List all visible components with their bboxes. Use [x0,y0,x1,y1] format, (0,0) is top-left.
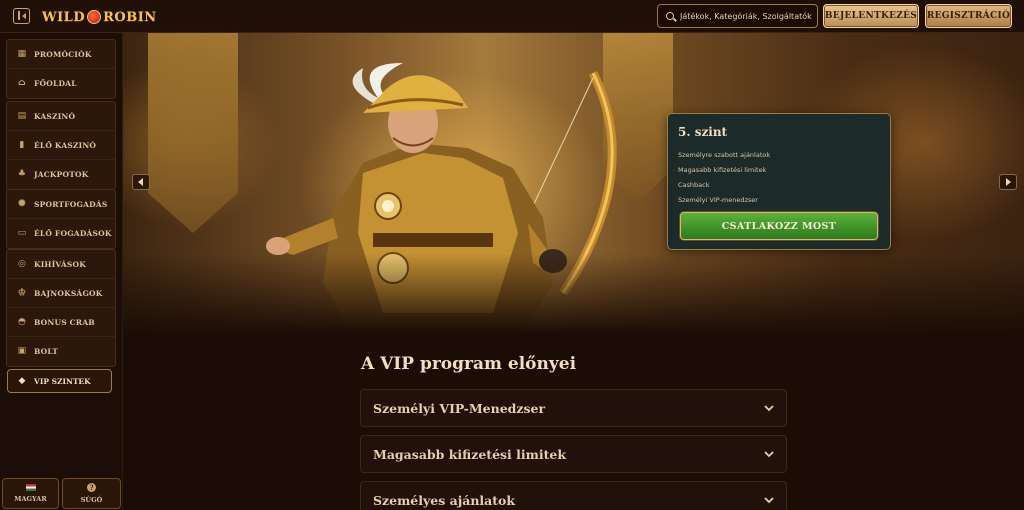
benefit-item: Személyre szabott ajánlatok [678,151,771,159]
nav-group-main: ▦ PROMÓCIÓK ⌂ FŐOLDAL [6,39,116,99]
sidebar-toggle-icon[interactable] [13,8,30,24]
accordion-title: Személyi VIP-Menedzser [373,400,546,416]
top-bar: WILD ROBIN BEJELENTKEZÉS REGISZTRÁCIÓ [0,0,1024,33]
language-button[interactable]: MAGYAR [2,478,59,509]
chevron-left-icon [138,178,143,186]
sidebar-item-home[interactable]: ⌂ FŐOLDAL [7,69,115,98]
logo-text-wild: WILD [42,9,86,25]
sidebar: ▦ PROMÓCIÓK ⌂ FŐOLDAL ▤ KASZINÓ ▮ ÉLŐ KA… [0,33,123,510]
help-label: SÚGÓ [80,496,103,504]
language-label: MAGYAR [14,495,47,503]
sidebar-item-tournaments[interactable]: ♔ BAJNOKSÁGOK [7,279,115,308]
accordion-title: Személyes ajánlatok [373,492,516,508]
sidebar-item-jackpots[interactable]: ♣ JACKPOTOK [7,160,115,189]
login-button[interactable]: BEJELENTKEZÉS [823,4,919,28]
chevron-down-icon [764,451,774,458]
sidebar-item-shop[interactable]: ▣ BOLT [7,337,115,366]
sidebar-item-bonus-crab[interactable]: ◓ BONUS CRAB [7,308,115,337]
live-icon: ▭ [17,228,27,238]
sidebar-item-label: KIHÍVÁSOK [34,259,86,269]
nav-group-sports: ✺ SPORTFOGADÁS ▭ ÉLŐ FOGADÁSOK [6,189,116,249]
carousel-prev-button[interactable] [132,174,150,190]
help-button[interactable]: ? SÚGÓ [62,478,121,509]
sidebar-item-label: BOLT [34,347,59,356]
sidebar-item-label: FŐOLDAL [34,79,77,88]
chevron-right-icon [1006,178,1011,186]
sidebar-item-label: ÉLŐ FOGADÁSOK [34,229,112,238]
ball-icon: ✺ [18,198,26,209]
hungarian-flag-icon [25,484,36,491]
diamond-icon: ◆ [18,375,26,386]
cards-icon: ▮ [19,139,25,150]
accordion-item[interactable]: Magasabb kifizetési limitek [360,435,787,473]
sidebar-item-promotions[interactable]: ▦ PROMÓCIÓK [7,40,115,69]
sidebar-item-live-casino[interactable]: ▮ ÉLŐ KASZINÓ [7,131,115,160]
search-icon [666,12,674,20]
sidebar-item-casino[interactable]: ▤ KASZINÓ [7,102,115,131]
accordion-item[interactable]: Személyi VIP-Menedzser [360,389,787,427]
nav-group-extras: ◎ KIHÍVÁSOK ♔ BAJNOKSÁGOK ◓ BONUS CRAB ▣… [6,249,116,367]
crab-icon: ◓ [17,316,27,327]
level-title: 5. szint [678,125,728,139]
chevron-down-icon [764,405,774,412]
logo-target-icon [87,10,102,24]
sidebar-item-challenges[interactable]: ◎ KIHÍVÁSOK [7,250,115,279]
sidebar-item-vip-levels[interactable]: ◆ VIP SZINTEK [7,369,112,393]
home-icon: ⌂ [18,78,26,88]
search-box[interactable] [657,4,818,28]
carousel-next-button[interactable] [999,174,1017,190]
gift-icon: ▦ [17,48,27,59]
sidebar-item-label: BONUS CRAB [34,317,95,327]
sidebar-item-label: JACKPOTOK [34,170,89,179]
accordion-item[interactable]: Személyes ajánlatok [360,481,787,510]
sidebar-item-label: BAJNOKSÁGOK [34,288,103,298]
register-button[interactable]: REGISZTRÁCIÓ [925,4,1012,28]
benefit-item: Személyi VIP-menedzser [678,196,758,204]
join-now-button[interactable]: CSATLAKOZZ MOST [680,212,878,240]
sidebar-item-label: KASZINÓ [34,111,76,121]
search-input[interactable] [680,11,817,21]
sidebar-item-sports-betting[interactable]: ✺ SPORTFOGADÁS [7,190,115,219]
sidebar-item-label: SPORTFOGADÁS [34,199,108,209]
trophy-icon: ♔ [17,287,27,298]
logo-text-robin: ROBIN [103,9,157,25]
sidebar-item-label: VIP SZINTEK [34,376,91,386]
benefit-list: Személyre szabott ajánlatok Magasabb kif… [678,148,770,208]
hero-fade [123,253,1024,333]
vip-benefits-heading: A VIP program előnyei [361,354,577,374]
benefit-item: Cashback [678,181,710,189]
accordion-title: Magasabb kifizetési limitek [373,446,567,462]
nav-group-casino: ▤ KASZINÓ ▮ ÉLŐ KASZINÓ ♣ JACKPOTOK [6,101,116,190]
sidebar-item-live-betting[interactable]: ▭ ÉLŐ FOGADÁSOK [7,219,115,248]
clover-icon: ♣ [17,169,27,179]
chevron-down-icon [764,497,774,504]
question-icon: ? [87,483,96,492]
bag-icon: ▣ [17,346,27,356]
slot-icon: ▤ [17,110,27,121]
logo[interactable]: WILD ROBIN [42,5,157,29]
vip-level-card: 5. szint Személyre szabott ajánlatok Mag… [667,113,891,250]
sidebar-item-label: PROMÓCIÓK [34,49,92,59]
benefit-item: Magasabb kifizetési limitek [678,166,767,174]
target-icon: ◎ [17,258,27,269]
sidebar-item-label: ÉLŐ KASZINÓ [34,140,97,150]
